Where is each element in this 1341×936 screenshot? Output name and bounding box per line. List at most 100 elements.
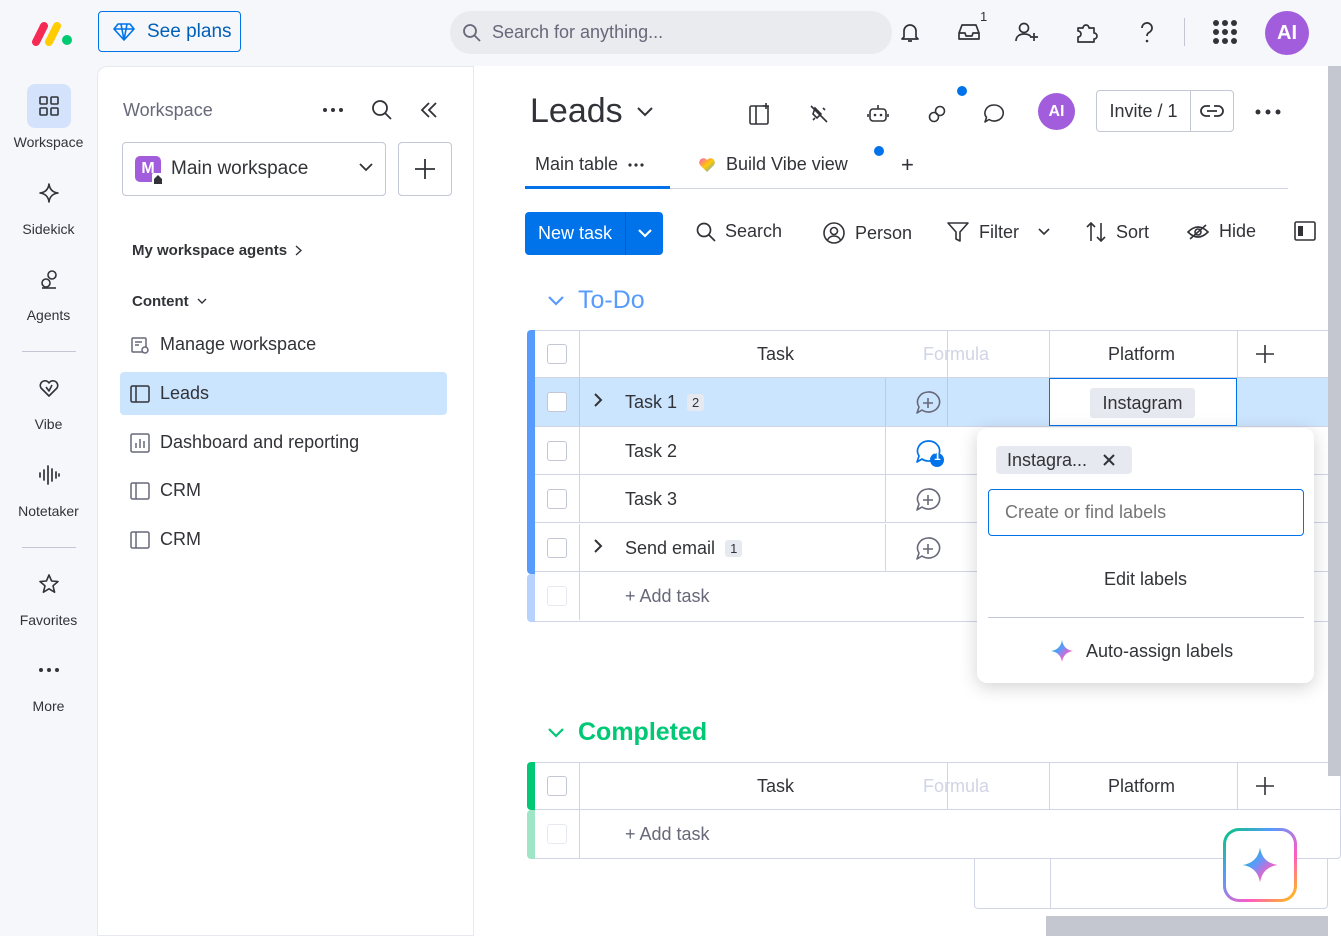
hide-tool[interactable]: Hide [1186, 221, 1256, 242]
workspace-selector[interactable]: M Main workspace [122, 142, 386, 196]
group-header-todo[interactable]: To-Do [548, 286, 645, 315]
row-checkbox[interactable] [547, 489, 567, 509]
rail-label: Sidekick [22, 221, 75, 237]
rail-item-workspace[interactable]: Workspace [0, 84, 97, 150]
see-plans-button[interactable]: See plans [98, 11, 241, 52]
rail-item-notetaker[interactable]: Notetaker [0, 453, 97, 519]
rail-item-agents[interactable]: Agents [0, 257, 97, 323]
row-checkbox[interactable] [547, 392, 567, 412]
selected-label-chip[interactable]: Instagra... [996, 446, 1132, 474]
workspace-name: Main workspace [171, 158, 309, 179]
more-dots-icon[interactable] [322, 107, 344, 113]
rail-item-sidekick[interactable]: Sidekick [0, 171, 97, 237]
tab-build-vibe-view[interactable]: Build Vibe view [698, 154, 848, 175]
group-header-completed[interactable]: Completed [548, 718, 707, 747]
workspace-agents-link[interactable]: My workspace agents [132, 242, 303, 259]
global-search-input[interactable]: Search for anything... [450, 11, 892, 54]
add-task-row[interactable]: + Add task [535, 810, 1341, 858]
chevron-down-icon[interactable] [548, 295, 564, 306]
horizontal-scrollbar[interactable] [1046, 916, 1328, 936]
sidebar-item-dashboard[interactable]: Dashboard and reporting [120, 421, 447, 464]
add-column-button[interactable] [1255, 776, 1275, 796]
task-name[interactable]: Task 1 2 [625, 392, 705, 413]
auto-assign-labels-button[interactable]: Auto-assign labels [1050, 639, 1233, 663]
column-header-task[interactable]: Task [757, 344, 794, 365]
group-title: To-Do [578, 286, 645, 314]
edit-labels-button[interactable]: Edit labels [977, 569, 1314, 590]
column-header-formula[interactable]: Formula [923, 776, 989, 797]
search-tool[interactable]: Search [696, 221, 782, 242]
inbox-icon[interactable] [955, 18, 983, 46]
chevron-right-icon[interactable] [593, 538, 609, 558]
label-picker-popup: Instagra... Edit labels Auto-assign labe… [977, 428, 1314, 683]
agent-icon[interactable] [923, 100, 951, 128]
sidebar-item-manage-workspace[interactable]: Manage workspace [120, 323, 447, 366]
add-update-icon[interactable] [915, 390, 941, 416]
more-dots-icon[interactable] [1255, 109, 1281, 115]
label-search-input[interactable] [988, 489, 1304, 536]
task-name[interactable]: Task 2 [625, 441, 677, 462]
rail-item-favorites[interactable]: Favorites [0, 562, 97, 628]
rail-item-vibe[interactable]: Vibe [0, 366, 97, 432]
platform-label-tag[interactable]: Instagram [1090, 388, 1195, 418]
add-column-button[interactable] [1255, 344, 1275, 364]
column-header-task[interactable]: Task [757, 776, 794, 797]
invite-user-icon[interactable] [1013, 18, 1041, 46]
tab-main-table[interactable]: Main table [535, 154, 644, 175]
collapse-sidebar-icon[interactable] [419, 100, 439, 120]
link-icon[interactable] [1191, 104, 1233, 118]
rail-item-more[interactable]: More [0, 648, 97, 714]
content-section-toggle[interactable]: Content [132, 293, 207, 310]
board-title[interactable]: Leads [530, 92, 653, 131]
more-dots-icon[interactable] [628, 162, 644, 167]
ai-assistant-button[interactable] [1223, 828, 1297, 902]
automations-icon[interactable] [864, 100, 892, 128]
add-update-icon[interactable] [915, 536, 941, 562]
sidebar-item-leads[interactable]: Leads [120, 372, 447, 415]
board-owner-avatar[interactable]: AI [1038, 93, 1075, 130]
user-avatar[interactable]: AI [1265, 11, 1309, 55]
vertical-scrollbar[interactable] [1328, 66, 1341, 776]
task-name[interactable]: Task 3 [625, 489, 677, 510]
integrations-icon[interactable] [805, 100, 833, 128]
select-all-checkbox[interactable] [547, 776, 567, 796]
row-checkbox [547, 586, 567, 606]
add-task-input[interactable]: + Add task [625, 824, 710, 845]
add-widget-icon[interactable] [746, 100, 774, 128]
group-by-icon[interactable] [1294, 221, 1316, 241]
person-tool[interactable]: Person [822, 221, 912, 245]
chat-icon[interactable] [980, 100, 1008, 128]
group-color-bar [527, 810, 535, 859]
search-icon[interactable] [371, 99, 393, 121]
add-view-button[interactable]: + [901, 152, 914, 178]
new-task-label[interactable]: New task [525, 212, 626, 255]
chevron-down-icon[interactable] [548, 727, 564, 738]
add-task-input[interactable]: + Add task [625, 586, 710, 607]
column-header-platform[interactable]: Platform [1108, 776, 1175, 797]
chevron-right-icon[interactable] [593, 392, 609, 412]
chevron-down-icon[interactable] [1038, 228, 1050, 236]
invite-button[interactable]: Invite / 1 [1096, 90, 1234, 132]
close-icon[interactable] [1103, 454, 1115, 466]
add-item-button[interactable] [398, 142, 452, 196]
column-header-platform[interactable]: Platform [1108, 344, 1175, 365]
help-icon[interactable] [1133, 18, 1161, 46]
bell-icon[interactable] [896, 18, 924, 46]
row-checkbox[interactable] [547, 441, 567, 461]
filter-tool[interactable]: Filter [946, 221, 1050, 243]
row-checkbox[interactable] [547, 538, 567, 558]
home-icon [152, 173, 164, 185]
sidebar-item-crm[interactable]: CRM [120, 518, 447, 561]
column-header-formula[interactable]: Formula [923, 344, 989, 365]
table-row[interactable]: Task 1 2 Instagram [535, 378, 1341, 427]
chevron-down-icon[interactable] [626, 229, 663, 238]
monday-logo[interactable] [32, 20, 74, 46]
sidebar-item-crm[interactable]: CRM [120, 469, 447, 512]
sort-tool[interactable]: Sort [1085, 221, 1149, 243]
new-task-button[interactable]: New task [525, 212, 663, 255]
select-all-checkbox[interactable] [547, 344, 567, 364]
task-name[interactable]: Send email 1 [625, 538, 743, 559]
puzzle-icon[interactable] [1073, 18, 1101, 46]
add-update-icon[interactable] [915, 487, 941, 513]
apps-grid-icon[interactable] [1210, 18, 1240, 46]
